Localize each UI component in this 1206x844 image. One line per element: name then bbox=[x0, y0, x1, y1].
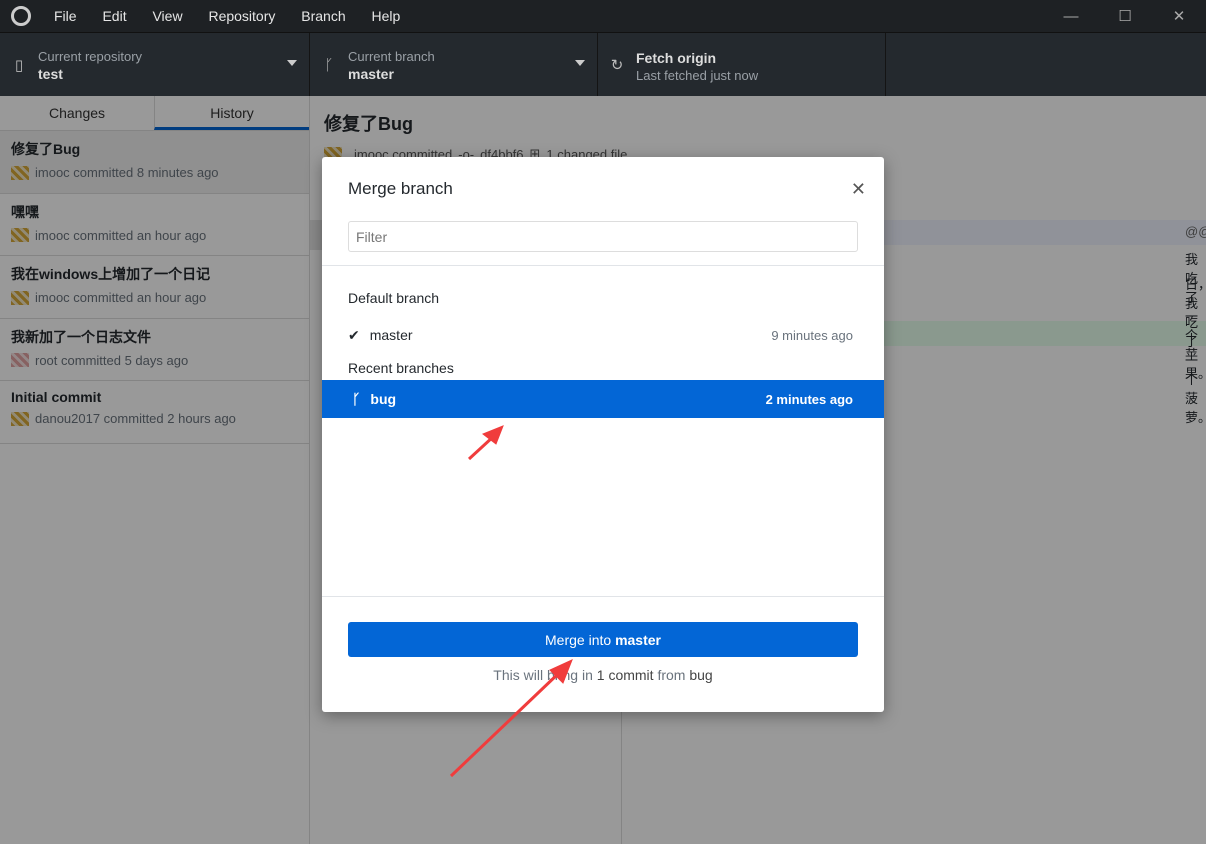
menu-bar: File Edit View Repository Branch Help bbox=[43, 8, 411, 24]
branch-value: master bbox=[348, 65, 394, 82]
branch-name: master bbox=[369, 327, 413, 343]
chevron-down-icon bbox=[287, 60, 297, 71]
repo-icon: ▯ bbox=[14, 57, 24, 74]
branch-name: bug bbox=[370, 391, 397, 407]
current-branch-button[interactable]: ᚴ Current branch master bbox=[310, 33, 598, 97]
branch-item-master[interactable]: ✔ master 9 minutes ago bbox=[322, 316, 884, 354]
filter-input[interactable] bbox=[348, 221, 858, 252]
chevron-down-icon bbox=[575, 60, 585, 71]
merge-button[interactable]: Merge into master bbox=[348, 622, 858, 657]
menu-repository[interactable]: Repository bbox=[208, 8, 275, 24]
github-logo-icon bbox=[11, 6, 31, 26]
menu-file[interactable]: File bbox=[54, 8, 77, 24]
default-branch-heading: Default branch bbox=[348, 290, 440, 306]
merge-target: master bbox=[615, 631, 661, 648]
menu-edit[interactable]: Edit bbox=[102, 8, 126, 24]
close-icon[interactable]: ✕ bbox=[851, 179, 866, 200]
current-repository-button[interactable]: ▯ Current repository test bbox=[0, 33, 310, 97]
fetch-label: Fetch origin bbox=[636, 49, 717, 66]
branch-label: Current branch bbox=[348, 48, 435, 64]
hint-text: from bbox=[653, 667, 690, 683]
hint-branch: bug bbox=[689, 667, 713, 683]
menu-view[interactable]: View bbox=[152, 8, 182, 24]
toolbar: ▯ Current repository test ᚴ Current branc… bbox=[0, 32, 1206, 97]
hint-count: 1 commit bbox=[596, 667, 654, 683]
title-bar: File Edit View Repository Branch Help — … bbox=[0, 0, 1206, 32]
maximize-icon[interactable]: ☐ bbox=[1098, 0, 1152, 32]
minimize-icon[interactable]: — bbox=[1044, 0, 1098, 32]
dialog-title: Merge branch bbox=[348, 179, 453, 198]
branch-item-bug[interactable]: ᚴ bug 2 minutes ago bbox=[322, 380, 884, 418]
merge-branch-dialog: Merge branch ✕ Default branch ✔ master 9… bbox=[322, 157, 884, 712]
repo-value: test bbox=[38, 65, 63, 82]
menu-branch[interactable]: Branch bbox=[301, 8, 345, 24]
branch-time: 2 minutes ago bbox=[765, 391, 853, 407]
hint-text: This will bring in bbox=[493, 667, 597, 683]
fetch-origin-button[interactable]: ↻ Fetch origin Last fetched just now bbox=[598, 33, 886, 97]
branch-icon: ᚴ bbox=[352, 391, 361, 407]
branch-time: 9 minutes ago bbox=[771, 327, 853, 343]
sync-icon: ↻ bbox=[610, 57, 624, 74]
check-icon: ✔ bbox=[348, 326, 360, 343]
repo-label: Current repository bbox=[38, 48, 143, 64]
menu-help[interactable]: Help bbox=[372, 8, 401, 24]
fetch-status: Last fetched just now bbox=[636, 67, 759, 83]
recent-branches-heading: Recent branches bbox=[348, 360, 454, 376]
branch-icon: ᚴ bbox=[324, 56, 334, 74]
merge-hint: This will bring in 1 commit from bug bbox=[348, 667, 858, 683]
close-window-icon[interactable]: ✕ bbox=[1152, 0, 1206, 32]
merge-button-label: Merge into bbox=[545, 631, 616, 648]
